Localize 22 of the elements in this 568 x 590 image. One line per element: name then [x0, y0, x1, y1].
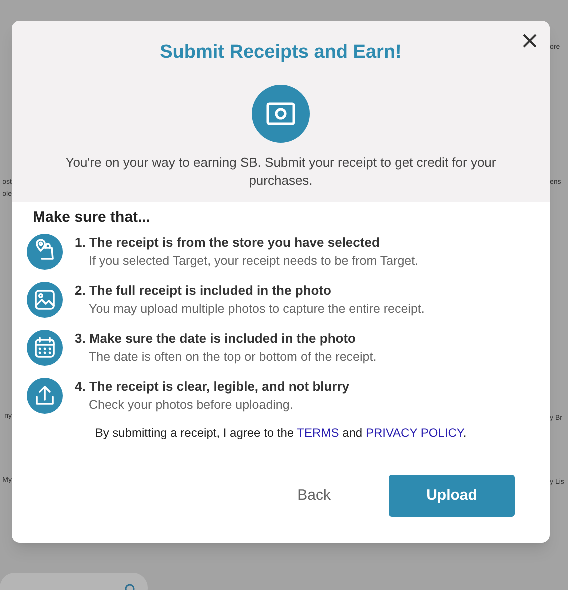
checklist-item-detail: The date is often on the top or bottom of the receipt. [88, 349, 377, 366]
dialog-title: Submit Receipts and Earn! [160, 41, 402, 65]
agreement-text: By submitting a receipt, I agree to the TERMS and PRIVACY POLICY. [94, 425, 468, 442]
checklist-heading: Make sure that... [33, 208, 152, 228]
image-icon [27, 282, 63, 318]
back-button[interactable]: Back [290, 476, 339, 516]
close-icon [522, 33, 538, 49]
checklist-item-title: 3. Make sure the date is included in the photo [75, 330, 357, 348]
checklist-item-detail: You may upload multiple photos to capture the entire receipt. [88, 301, 425, 318]
checklist-item-detail: If you selected Target, your receipt needs to be from Target. [88, 253, 419, 270]
calendar-icon [27, 330, 63, 366]
dialog-description: You're on your way to earning SB. Submit your receipt to get credit for your purchases. [64, 154, 498, 190]
terms-link[interactable]: TERMS [297, 426, 340, 440]
upload-icon [27, 378, 63, 414]
checklist-item-title: 2. The full receipt is included in the photo [75, 282, 332, 300]
camera-icon [252, 85, 310, 143]
checklist-item-detail: Check your photos before uploading. [88, 397, 294, 414]
checklist-item-title: 4. The receipt is clear, legible, and not blurry [75, 378, 350, 396]
checklist-item-title: 1. The receipt is from the store you have selected [75, 234, 381, 252]
pin-and-bag-icon [27, 234, 63, 270]
privacy-policy-link[interactable]: PRIVACY POLICY [366, 426, 464, 440]
upload-button[interactable]: Upload [389, 475, 515, 517]
